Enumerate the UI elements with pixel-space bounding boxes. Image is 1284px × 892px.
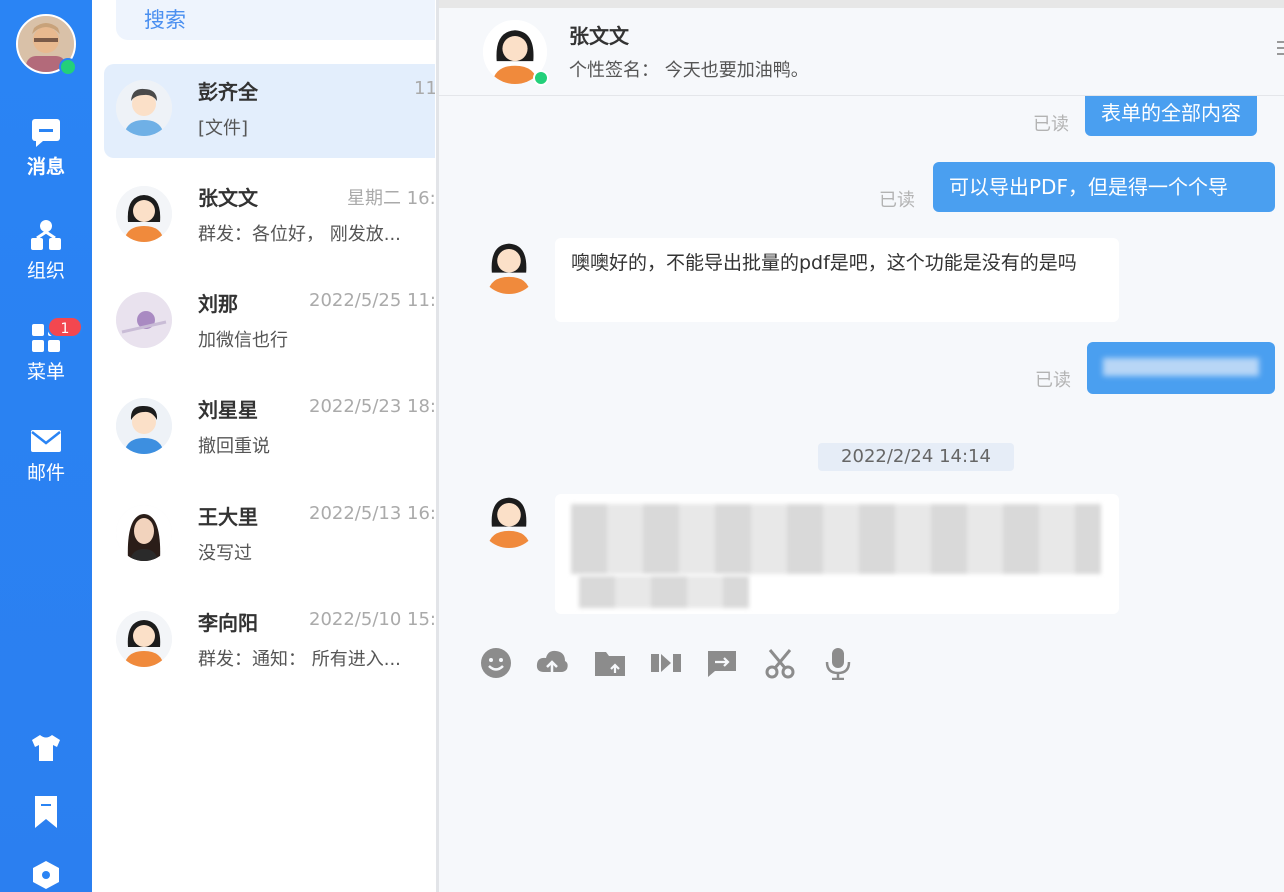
contact-avatar bbox=[116, 505, 172, 561]
chat-header: 张文文 个性签名： 今天也要加油鸭。 bbox=[439, 8, 1284, 96]
bookmark-icon bbox=[35, 796, 57, 828]
scissors-icon[interactable] bbox=[763, 646, 797, 680]
nav-mail-label: 邮件 bbox=[26, 462, 65, 484]
nav-skin[interactable] bbox=[0, 734, 92, 762]
photo-avatar-icon bbox=[116, 292, 172, 348]
chat-panel: 张文文 个性签名： 今天也要加油鸭。 已读 表单的全部内容 已读 可以导出PDF… bbox=[436, 0, 1284, 892]
conversation-time: 2022/5/13 16: bbox=[309, 503, 435, 524]
read-status: 已读 bbox=[879, 190, 915, 211]
contact-name: 李向阳 bbox=[198, 611, 258, 635]
upload-cloud-icon[interactable] bbox=[535, 646, 569, 680]
nav-mail[interactable]: 邮件 bbox=[0, 428, 92, 485]
chat-contact-signature: 个性签名： 今天也要加油鸭。 bbox=[569, 60, 809, 81]
conversation-item[interactable]: 张文文 星期二 16: 群发：各位好， 刚发放... bbox=[104, 170, 435, 264]
contact-avatar bbox=[116, 292, 172, 348]
contact-name: 王大里 bbox=[198, 505, 258, 529]
hexagon-icon bbox=[33, 861, 59, 889]
contact-name: 刘那 bbox=[198, 292, 238, 316]
contact-avatar bbox=[116, 80, 172, 136]
conversation-item[interactable]: 刘星星 2022/5/23 18: 撤回重说 bbox=[104, 382, 435, 476]
conversation-preview: 加微信也行 bbox=[198, 330, 288, 351]
blurred-content bbox=[579, 576, 749, 608]
contact-avatar bbox=[116, 398, 172, 454]
conversation-time: 11: bbox=[414, 78, 435, 99]
search-placeholder: 搜索 bbox=[144, 8, 186, 32]
forward-icon[interactable] bbox=[705, 646, 739, 680]
message-bubble-in[interactable]: 噢噢好的，不能导出批量的pdf是吧，这个功能是没有的是吗 bbox=[555, 238, 1119, 322]
read-status: 已读 bbox=[1035, 370, 1071, 391]
nav-organization[interactable]: 组织 bbox=[0, 218, 92, 283]
blurred-content bbox=[1103, 358, 1259, 376]
male-avatar-icon bbox=[116, 80, 172, 136]
mail-icon bbox=[31, 430, 61, 452]
message-composer[interactable] bbox=[439, 626, 1284, 892]
menu-badge: 1 bbox=[47, 316, 83, 338]
contact-avatar bbox=[116, 611, 172, 667]
date-divider: 2022/2/24 14:14 bbox=[818, 443, 1014, 471]
window-top-strip bbox=[439, 0, 1284, 8]
shirt-icon bbox=[32, 735, 60, 761]
nav-messages-label: 消息 bbox=[26, 156, 65, 178]
conversation-preview: 没写过 bbox=[198, 543, 252, 564]
contact-name: 彭齐全 bbox=[198, 80, 258, 104]
conversation-time: 2022/5/10 15: bbox=[309, 609, 435, 630]
video-icon[interactable] bbox=[649, 646, 683, 680]
conversation-list: 搜索 彭齐全 11: [文件] 张文文 星期二 16: 群发：各位好， 刚发放.… bbox=[92, 0, 435, 892]
microphone-icon[interactable] bbox=[821, 646, 855, 680]
contact-online-dot bbox=[533, 70, 549, 86]
female-avatar-icon bbox=[479, 234, 539, 294]
male-avatar-icon bbox=[116, 398, 172, 454]
nav-menu-label: 菜单 bbox=[26, 361, 65, 383]
search-box[interactable]: 搜索 bbox=[116, 0, 435, 40]
message-sender-avatar[interactable] bbox=[479, 234, 539, 294]
message-sender-avatar[interactable] bbox=[479, 488, 539, 548]
nav-messages[interactable]: 消息 bbox=[0, 116, 92, 179]
contact-avatar bbox=[116, 186, 172, 242]
message-list: 已读 表单的全部内容 已读 可以导出PDF，但是得一个个导 噢噢好的，不能导出批… bbox=[439, 96, 1284, 626]
more-menu-icon[interactable] bbox=[1277, 38, 1284, 58]
chat-contact-name: 张文文 bbox=[569, 24, 629, 48]
contact-name: 张文文 bbox=[198, 186, 258, 210]
female-avatar-icon bbox=[116, 186, 172, 242]
photo-avatar-icon bbox=[116, 505, 172, 561]
female-avatar-icon bbox=[116, 611, 172, 667]
conversation-item[interactable]: 王大里 2022/5/13 16: 没写过 bbox=[104, 489, 435, 583]
conversation-time: 2022/5/23 18: bbox=[309, 396, 435, 417]
conversation-preview: 群发：通知： 所有进入... bbox=[198, 649, 401, 670]
conversation-time: 2022/5/25 11: bbox=[309, 290, 435, 311]
conversation-preview: 撤回重说 bbox=[198, 436, 270, 457]
nav-organization-label: 组织 bbox=[26, 260, 65, 282]
conversation-item[interactable]: 刘那 2022/5/25 11: 加微信也行 bbox=[104, 276, 435, 370]
nav-favorites[interactable] bbox=[0, 795, 92, 829]
left-nav-rail: 消息 组织 菜单 1 邮件 bbox=[0, 0, 92, 892]
online-status-dot bbox=[59, 58, 77, 76]
conversation-preview: 群发：各位好， 刚发放... bbox=[198, 224, 401, 245]
conversation-preview: [文件] bbox=[198, 118, 249, 139]
emoji-icon[interactable] bbox=[479, 646, 513, 680]
female-avatar-icon bbox=[479, 488, 539, 548]
contact-name: 刘星星 bbox=[198, 398, 258, 422]
organization-icon bbox=[31, 220, 61, 250]
message-bubble-out[interactable]: 表单的全部内容 bbox=[1085, 96, 1257, 136]
conversation-time: 星期二 16: bbox=[347, 188, 435, 209]
nav-settings[interactable] bbox=[0, 860, 92, 890]
chat-bubble-icon bbox=[32, 119, 60, 147]
blurred-content bbox=[571, 504, 1101, 574]
conversation-item[interactable]: 李向阳 2022/5/10 15: 群发：通知： 所有进入... bbox=[104, 595, 435, 689]
message-bubble-out[interactable]: 可以导出PDF，但是得一个个导 bbox=[933, 162, 1275, 212]
folder-upload-icon[interactable] bbox=[593, 646, 627, 680]
read-status: 已读 bbox=[1033, 114, 1069, 135]
conversation-item[interactable]: 彭齐全 11: [文件] bbox=[104, 64, 435, 158]
